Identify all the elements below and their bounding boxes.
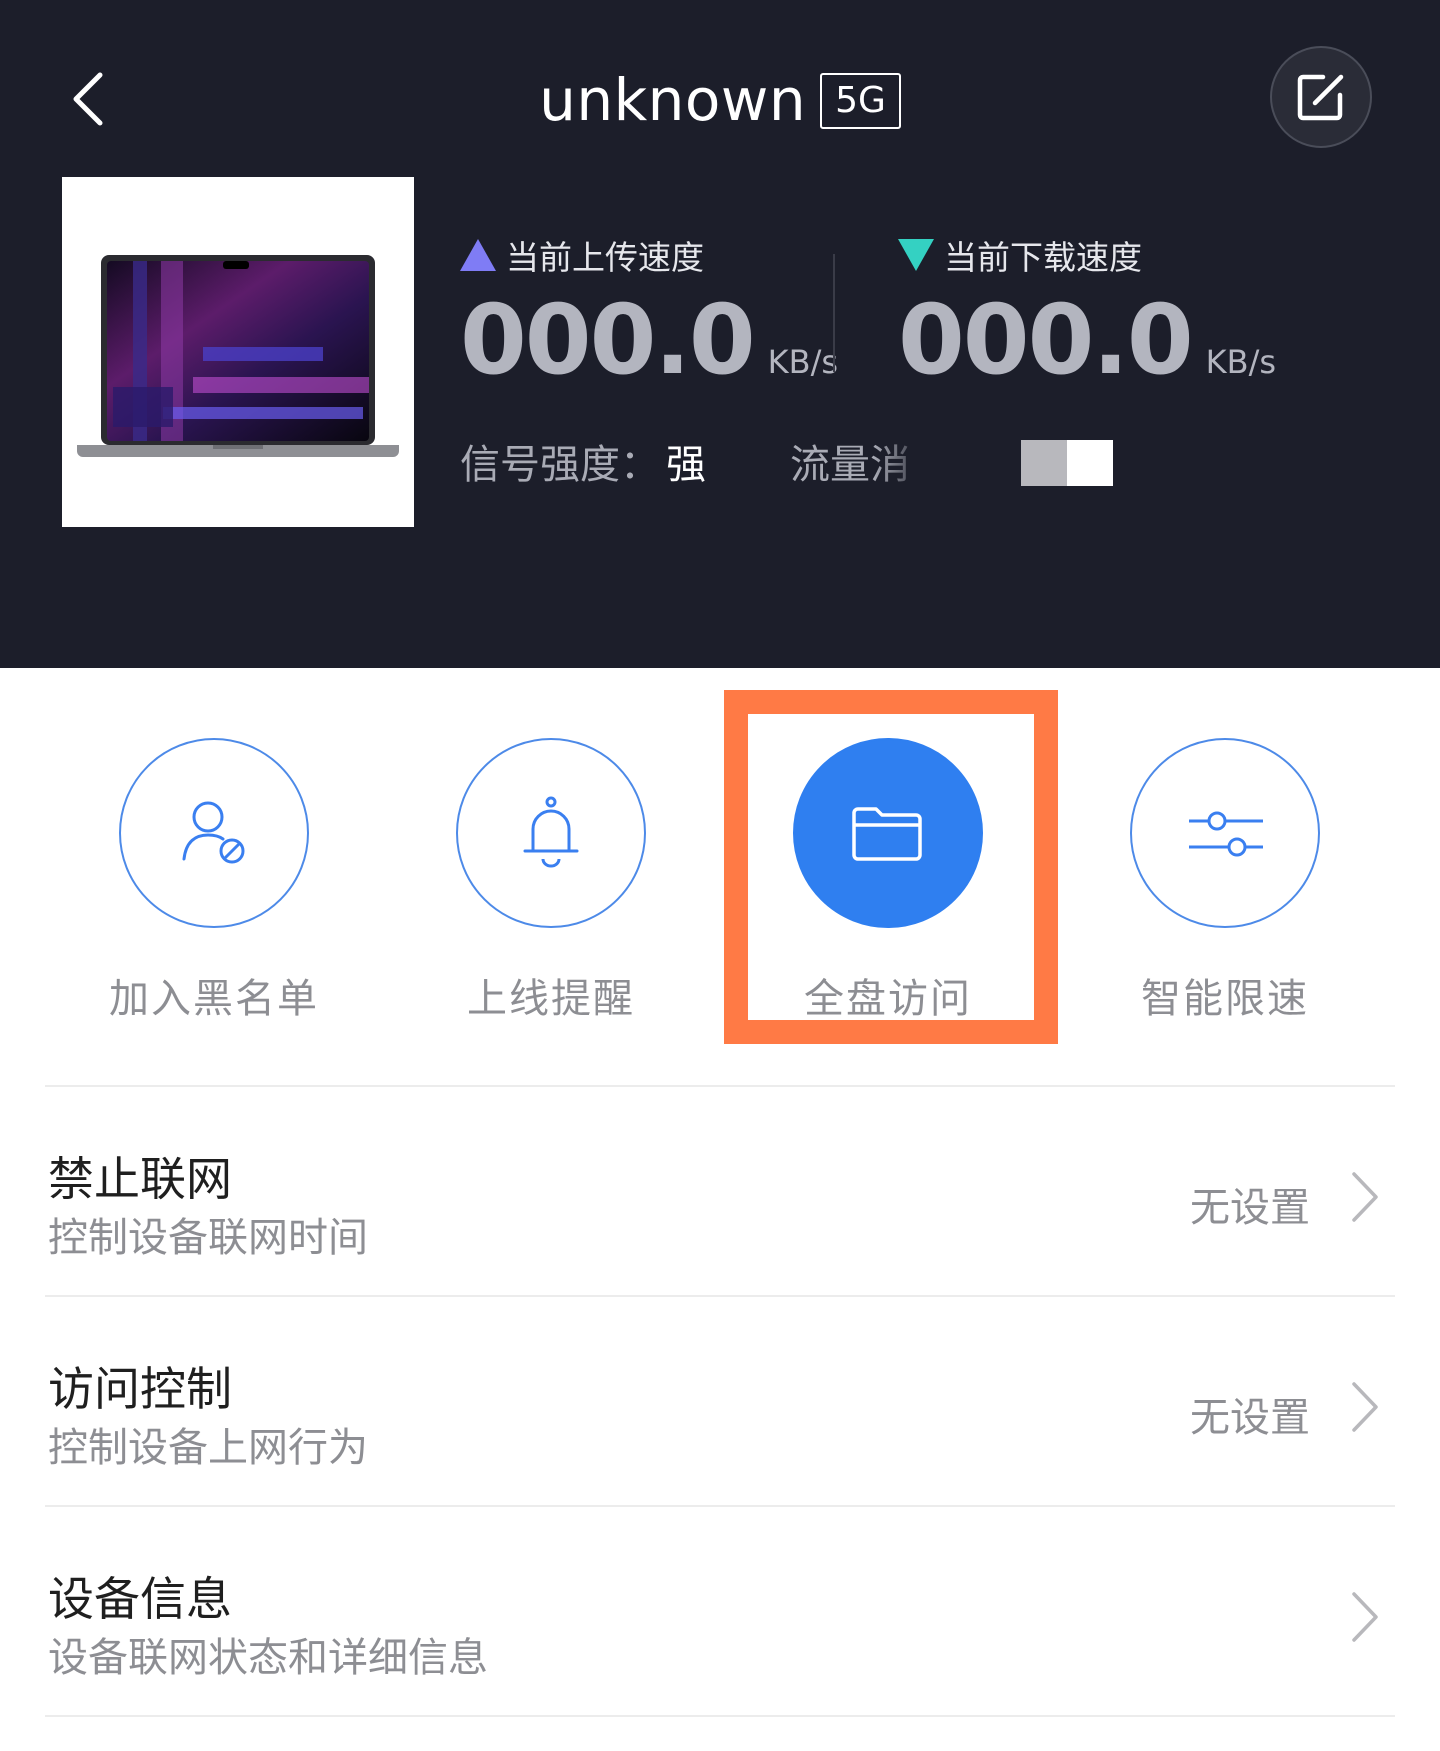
settings-list: 禁止联网 控制设备联网时间 无设置 访问控制 控制设备上网行为 无设置 设备信息… xyxy=(45,1085,1395,1717)
upload-label: 当前上传速度 xyxy=(506,238,704,277)
list-item-title: 设备信息 xyxy=(48,1572,232,1626)
chevron-right-icon xyxy=(1345,1167,1385,1227)
list-item-title: 访问控制 xyxy=(48,1362,232,1416)
device-name: unknown xyxy=(539,66,807,134)
title-bar: unknown 5G xyxy=(0,60,1440,140)
online-alert-label: 上线提醒 xyxy=(467,976,635,1022)
device-header: unknown 5G 当前上传速度 000.0 KB/s 当前下载速度 000.… xyxy=(0,0,1440,668)
quick-actions: 加入黑名单 上线提醒 全盘访问 智能限速 xyxy=(0,668,1440,1088)
upload-arrow-icon xyxy=(460,239,496,271)
download-unit: KB/s xyxy=(1205,343,1277,381)
list-item-subtitle: 控制设备联网时间 xyxy=(48,1215,368,1261)
smart-speed-limit-label: 智能限速 xyxy=(1141,976,1309,1022)
online-alert-button[interactable]: 上线提醒 xyxy=(411,738,691,1048)
bell-icon xyxy=(523,796,579,868)
blacklist-button[interactable]: 加入黑名单 xyxy=(74,738,354,1048)
list-item-subtitle: 控制设备上网行为 xyxy=(48,1425,368,1471)
list-item-title: 禁止联网 xyxy=(48,1152,232,1206)
laptop-icon xyxy=(77,255,399,457)
list-item-value: 无设置 xyxy=(1190,1185,1310,1231)
download-label: 当前下载速度 xyxy=(944,238,1142,277)
full-disk-access-button[interactable]: 全盘访问 xyxy=(748,738,1028,1048)
user-block-icon xyxy=(182,801,245,864)
full-disk-access-label: 全盘访问 xyxy=(804,976,972,1022)
list-item-subtitle: 设备联网状态和详细信息 xyxy=(48,1635,488,1681)
list-item-block-internet[interactable]: 禁止联网 控制设备联网时间 无设置 xyxy=(45,1087,1395,1295)
chevron-right-icon xyxy=(1345,1587,1385,1647)
list-item-device-info[interactable]: 设备信息 设备联网状态和详细信息 xyxy=(45,1507,1395,1715)
signal-value: 强 xyxy=(666,442,706,488)
device-image xyxy=(62,177,414,527)
folder-icon xyxy=(852,807,922,861)
upload-unit: KB/s xyxy=(767,343,839,381)
download-arrow-icon xyxy=(898,239,934,271)
list-item-value: 无设置 xyxy=(1190,1395,1310,1441)
upload-speed: 当前上传速度 000.0 KB/s xyxy=(460,230,838,396)
edit-icon xyxy=(1297,74,1344,121)
sliders-icon xyxy=(1189,811,1263,857)
list-item-access-control[interactable]: 访问控制 控制设备上网行为 无设置 xyxy=(45,1297,1395,1505)
smart-speed-limit-button[interactable]: 智能限速 xyxy=(1085,738,1365,1048)
stats-divider xyxy=(833,254,835,372)
traffic-toggle[interactable] xyxy=(1021,440,1113,486)
band-badge: 5G xyxy=(820,73,901,129)
edit-button[interactable] xyxy=(1270,46,1372,148)
chevron-right-icon xyxy=(1345,1377,1385,1437)
traffic-label: 流量消 xyxy=(790,442,910,488)
divider xyxy=(45,1715,1395,1717)
download-value: 000.0 xyxy=(898,284,1194,396)
download-speed: 当前下载速度 000.0 KB/s xyxy=(898,230,1276,396)
signal-strength: 信号强度： 强 xyxy=(460,432,706,490)
blacklist-label: 加入黑名单 xyxy=(109,976,319,1022)
signal-label: 信号强度： xyxy=(460,442,660,488)
upload-value: 000.0 xyxy=(460,284,756,396)
